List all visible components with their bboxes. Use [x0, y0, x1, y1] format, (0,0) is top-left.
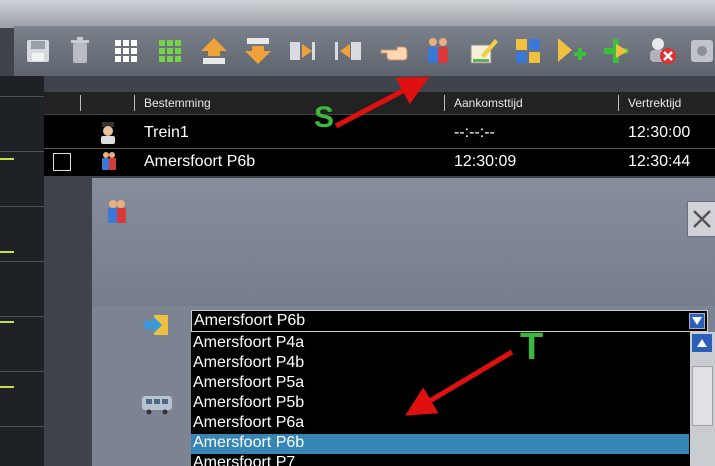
annotation-label-s: S — [314, 101, 335, 134]
annotation-label-t: T — [520, 326, 544, 368]
annotation-arrows — [334, 77, 514, 416]
annotation-arrow-s — [334, 77, 430, 129]
annotation-arrow-t — [405, 349, 514, 416]
